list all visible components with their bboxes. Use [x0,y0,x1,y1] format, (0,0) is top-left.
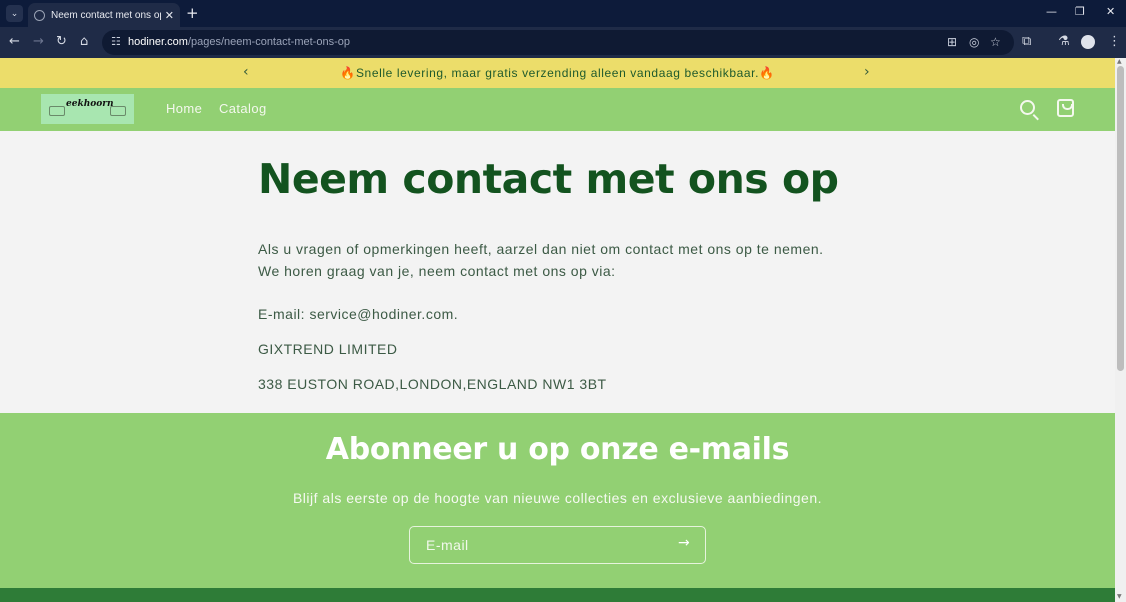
intro-text-line-1: Als u vragen of opmerkingen heeft, aarze… [258,241,824,257]
browser-tab-bar: ⌄ Neem contact met ons op – hodiner ✕ + … [0,0,1126,27]
eye-off-icon[interactable]: ◎ [969,35,979,49]
new-tab-button[interactable]: + [186,5,199,21]
reload-icon[interactable]: ↻ [56,34,67,50]
site-logo[interactable]: eekhoorn [41,94,134,124]
restore-button[interactable]: ❐ [1075,5,1085,18]
arrow-right-icon[interactable]: → [678,535,690,551]
page-scrollbar[interactable]: ▲ ▼ [1115,58,1126,602]
contact-section: Neem contact met ons op Als u vragen of … [0,131,1115,413]
url-path: /pages/neem-contact-met-ons-op [187,36,350,48]
globe-icon [34,9,45,21]
contact-email: E-mail: service@hodiner.com. [258,306,459,322]
site-header: eekhoorn Home Catalog [0,88,1115,131]
footer-top-strip [0,588,1115,602]
site-info-icon[interactable]: ☷ [111,35,121,48]
newsletter-description: Blijf als eerste op de hoogte van nieuwe… [292,490,823,506]
tab-title: Neem contact met ons op – hodiner [51,9,161,21]
logo-ornament-right [110,106,126,116]
address-bar[interactable]: ☷ hodiner.com/pages/neem-contact-met-ons… [102,30,1014,55]
company-address: 338 EUSTON ROAD,LONDON,ENGLAND NW1 3BT [258,376,607,392]
home-icon[interactable]: ⌂ [80,34,88,50]
extensions-icon[interactable]: ⧉ [1022,34,1031,49]
newsletter-email-input[interactable] [410,527,660,563]
close-window-button[interactable]: ✕ [1106,5,1115,18]
page-viewport: ‹ 🔥Snelle levering, maar gratis verzendi… [0,58,1115,602]
announcement-bar: ‹ 🔥Snelle levering, maar gratis verzendi… [0,58,1115,88]
translate-icon[interactable]: ⊞ [947,35,957,49]
newsletter-section: Abonneer u op onze e-mails Blijf als eer… [0,413,1115,588]
labs-icon[interactable]: ⚗ [1058,34,1070,49]
announcement-text: 🔥Snelle levering, maar gratis verzending… [340,66,775,80]
back-icon[interactable]: ← [9,34,20,50]
company-name: GIXTREND LIMITED [258,341,398,357]
tab-search-menu-button[interactable]: ⌄ [6,5,23,22]
url-host: hodiner.com [128,36,188,48]
forward-icon[interactable]: → [33,34,44,50]
logo-ornament-left [49,106,65,116]
browser-toolbar: ← → ↻ ⌂ ☷ hodiner.com/pages/neem-contact… [0,27,1126,58]
logo-text: eekhoorn [66,99,114,109]
scrollbar-thumb[interactable] [1117,66,1124,371]
newsletter-title: Abonneer u op onze e-mails [325,432,790,467]
search-icon[interactable] [1020,100,1035,115]
scroll-up-icon[interactable]: ▲ [1117,58,1122,65]
nav-link-home[interactable]: Home [166,101,202,116]
browser-tab[interactable]: Neem contact met ons op – hodiner ✕ [28,3,180,27]
url-text[interactable]: hodiner.com/pages/neem-contact-met-ons-o… [128,36,350,48]
announcement-next-icon[interactable]: › [864,64,870,80]
nav-link-catalog[interactable]: Catalog [219,101,267,116]
newsletter-form: → [409,526,706,564]
page-title: Neem contact met ons op [258,155,839,203]
tab-close-icon[interactable]: ✕ [165,9,174,22]
scroll-down-icon[interactable]: ▼ [1117,593,1122,600]
profile-icon[interactable] [1081,35,1095,49]
minimize-button[interactable]: — [1046,5,1057,18]
bookmark-star-icon[interactable]: ☆ [990,35,1001,49]
intro-text-line-2: We horen graag van je, neem contact met … [258,263,616,279]
menu-icon[interactable]: ⋮ [1108,34,1121,49]
cart-icon[interactable] [1057,99,1074,117]
